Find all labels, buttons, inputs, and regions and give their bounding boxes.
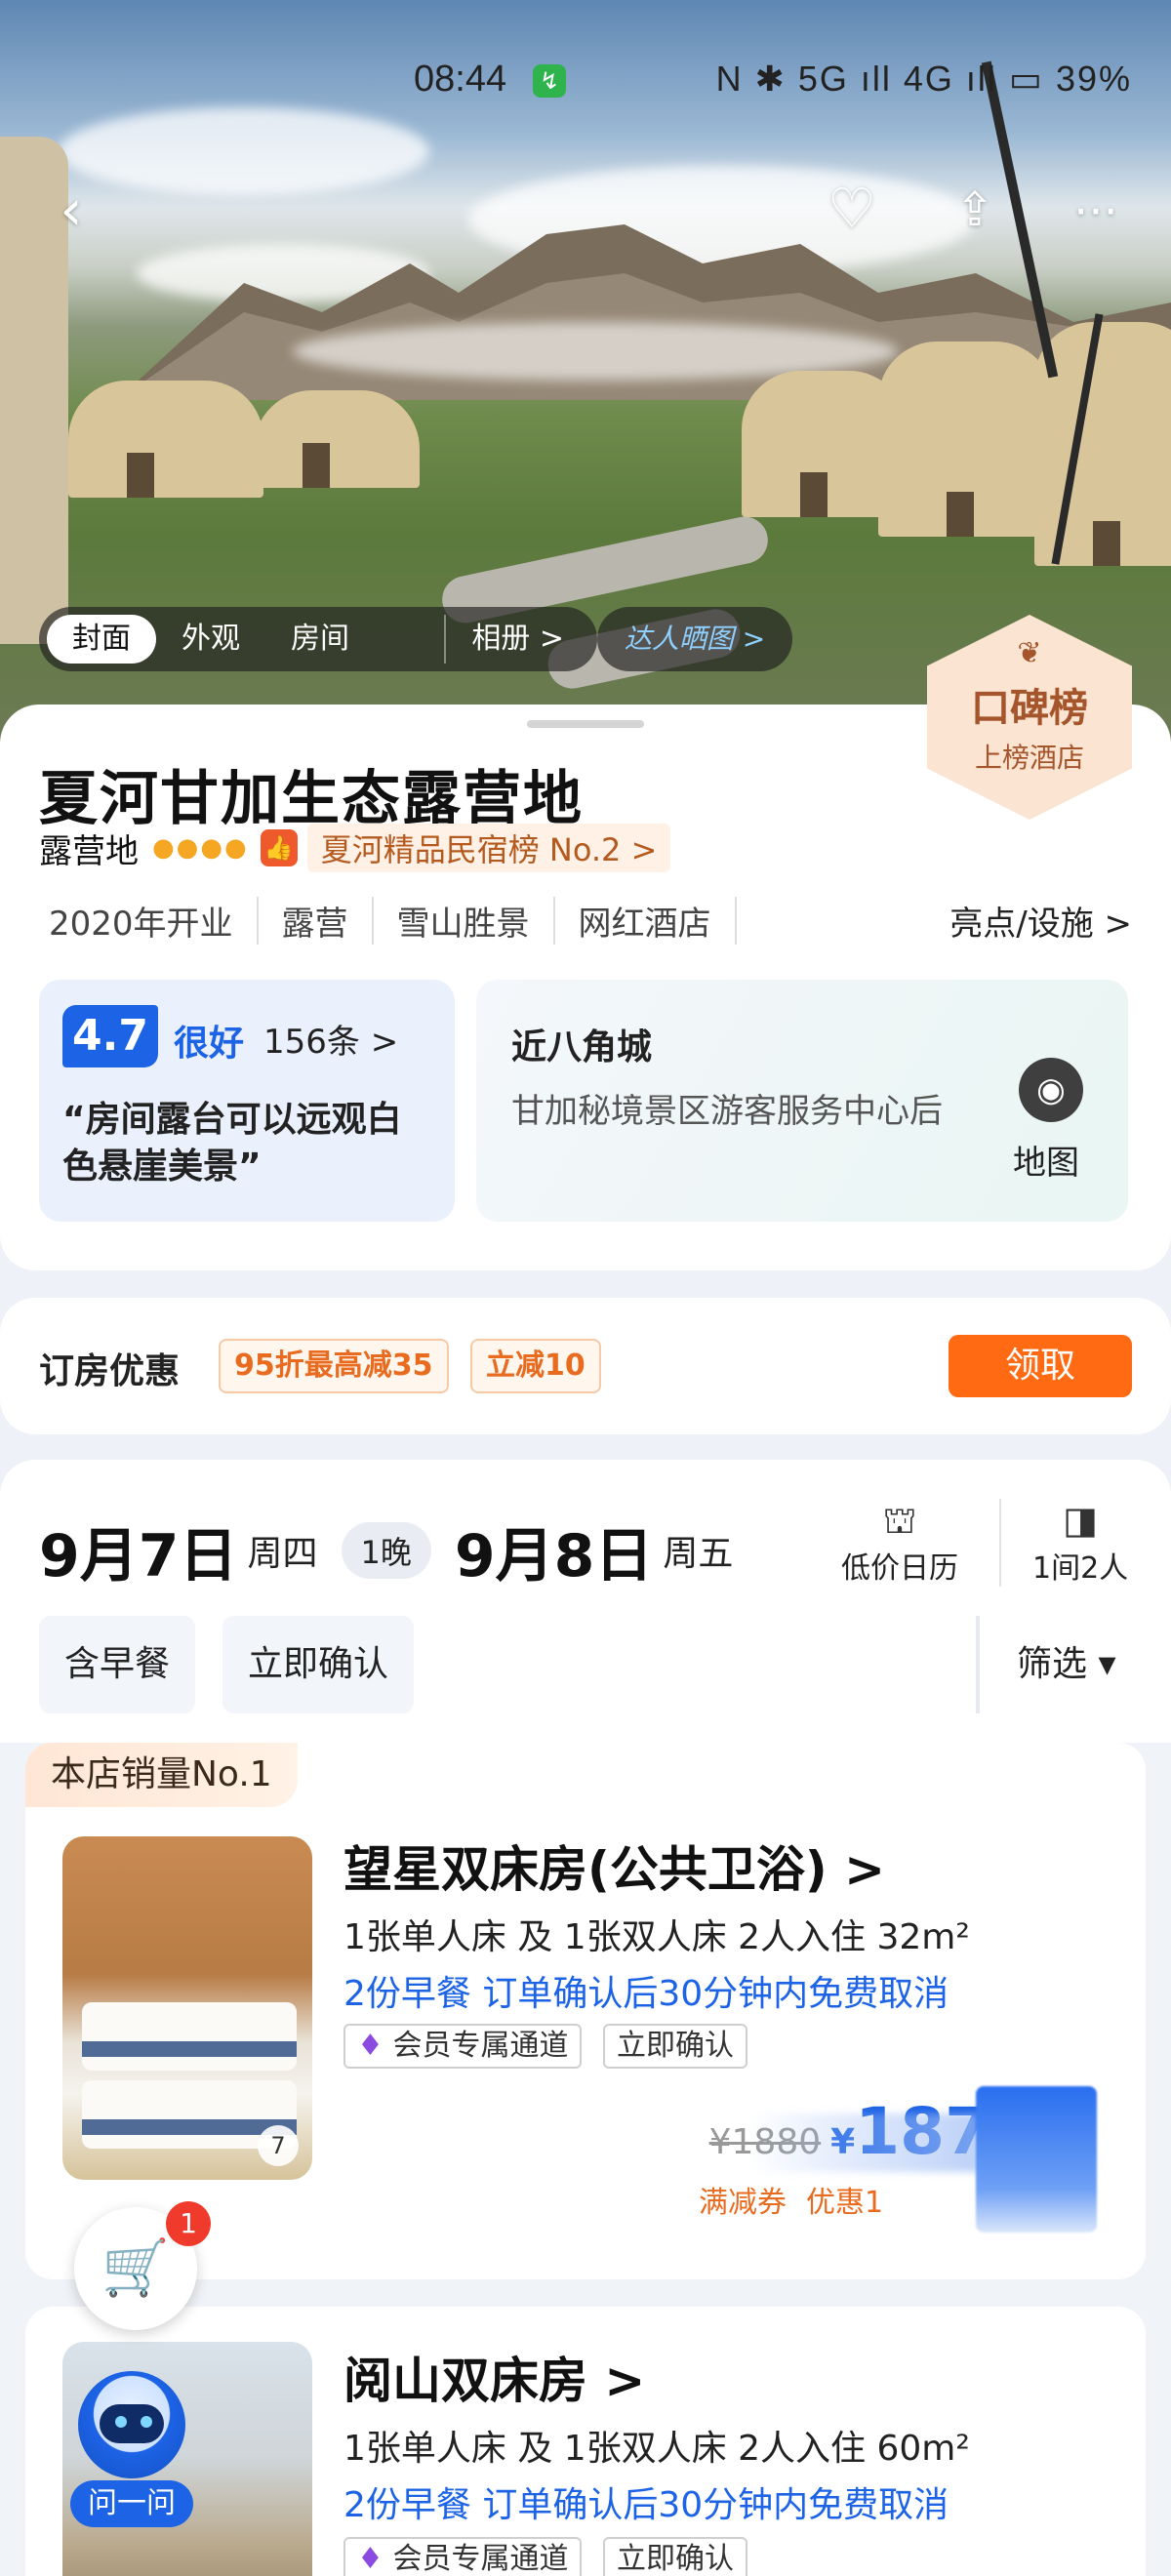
battery-percent: 39%: [1055, 59, 1132, 99]
review-quote: “房间露台可以远观白色悬崖美景”: [62, 1100, 402, 1187]
perk-member-channel: ♦ 会员专属通道: [343, 2537, 583, 2576]
room-card-stargazing[interactable]: 本店销量No.1 7 望星双床房(公共卫浴) > 1张单人床 及 1张双人床 2…: [25, 1743, 1146, 2279]
charging-icon: ↯: [533, 64, 566, 98]
robot-eye: [141, 2416, 152, 2428]
coupon-discount-95: 95折最高减35: [219, 1339, 449, 1393]
filter-divider: [976, 1616, 980, 1713]
discount-amount-label: 优惠1: [806, 2186, 884, 2220]
tool-divider: [999, 1499, 1001, 1587]
coupon-minus-10: 立减10: [470, 1339, 601, 1393]
nights-count: 1晚: [341, 1522, 431, 1579]
tag-camping: 露营: [259, 896, 374, 945]
assistant-label: 问一问: [70, 2480, 193, 2527]
signal-icons: N ✱ 5G ıll 4G ıll: [715, 59, 997, 99]
filter-instant-confirm[interactable]: 立即确认: [222, 1616, 415, 1713]
rank-badge[interactable]: 夏河精品民宿榜 No.2 >: [306, 824, 671, 872]
hotel-type: 露营地: [39, 831, 139, 871]
more-dots-icon[interactable]: ⋯: [1062, 176, 1130, 244]
thumbs-up-icon: 👍: [260, 829, 298, 866]
review-count: 156条 >: [263, 1023, 399, 1062]
tag-influencer: 网红酒店: [555, 896, 737, 945]
book-button[interactable]: [976, 2086, 1097, 2233]
gallery-tab-exterior[interactable]: 外观: [156, 615, 265, 664]
review-summary[interactable]: 4.7 很好 156条 > “房间露台可以远观白色悬崖美景”: [39, 980, 455, 1222]
share-icon[interactable]: ⇪: [941, 176, 1009, 244]
sales-badge: 本店销量No.1: [25, 1743, 298, 1807]
map-label[interactable]: 地图: [1013, 1136, 1079, 1184]
price-calendar-icon: ⛫: [882, 1499, 917, 1542]
perk-instant-confirm: 立即确认: [603, 2024, 747, 2069]
hotel-tags: 2020年开业 露营 雪山胜景 网红酒店 亮点/设施 >: [39, 896, 1132, 945]
checkin-weekday: 周四: [247, 1534, 318, 1574]
ai-assistant-button[interactable]: 问一问: [70, 2371, 193, 2527]
robot-face: [100, 2404, 164, 2443]
facilities-link[interactable]: 亮点/设施 >: [949, 897, 1132, 945]
room-title[interactable]: 望星双床房(公共卫浴) >: [343, 1831, 885, 1901]
booking-offers-card: 订房优惠 95折最高减35 立减10 领取: [0, 1298, 1171, 1434]
date-selector[interactable]: 9月7日 周四 1晚 9月8日 周五: [39, 1507, 733, 1594]
checkout-date[interactable]: 9月8日: [455, 1509, 654, 1593]
location-title: 近八角城: [511, 1027, 653, 1067]
room-title[interactable]: 阅山双床房 >: [343, 2342, 645, 2412]
gallery-tabs: 封面 外观 房间 相册 >: [39, 607, 597, 671]
tag-opened: 2020年开业: [39, 896, 259, 945]
perk-member-channel: ♦ 会员专属通道: [343, 2024, 583, 2069]
offers-title: 订房优惠: [39, 1351, 181, 1391]
room-guests-button[interactable]: ◨ 1间2人: [1032, 1499, 1128, 1587]
room-photo[interactable]: 7: [62, 1836, 312, 2180]
room-beds: 1张单人床 及 1张双人床 2人入住 60m²: [343, 2429, 970, 2469]
tag-snow-mountain: 雪山胜景: [374, 896, 555, 945]
perk-instant-confirm: 立即确认: [603, 2537, 747, 2576]
room-policy: 2份早餐 订单确认后30分钟内免费取消: [343, 1974, 949, 2014]
hotel-type-row: 露营地 ●●●● 👍 夏河精品民宿榜 No.2 >: [39, 824, 671, 872]
room-card-mountain-view[interactable]: 阅山双床房 > 1张单人床 及 1张双人床 2人入住 60m² 2份早餐 订单确…: [25, 2307, 1146, 2576]
gallery-album-link[interactable]: 相册 >: [444, 615, 589, 664]
heart-plus-icon[interactable]: ♡: [818, 176, 886, 244]
room-beds: 1张单人床 及 1张双人床 2人入住 32m²: [343, 1917, 970, 1957]
gallery-tab-rooms[interactable]: 房间: [265, 615, 375, 664]
review-word: 很好: [174, 1024, 245, 1064]
status-time: 08:44: [414, 59, 507, 100]
filter-button[interactable]: 筛选 ▾: [1017, 1616, 1116, 1713]
koubei-subtitle: 上榜酒店: [974, 742, 1084, 774]
photo-count: 7: [258, 2125, 299, 2166]
drag-handle[interactable]: [527, 720, 644, 728]
status-bar: 08:44 ↯ N ✱ 5G ıll 4G ıll ▭ 39%: [0, 59, 1171, 107]
claim-coupon-button[interactable]: 领取: [949, 1335, 1132, 1397]
vip-diamond-icon: ♦: [357, 2029, 384, 2063]
price-calendar-button[interactable]: ⛫ 低价日历: [841, 1499, 958, 1587]
price-blur-overlay: [746, 2113, 980, 2172]
back-chevron-icon[interactable]: ‹: [37, 176, 105, 244]
door-icon: ◨: [1063, 1499, 1099, 1542]
filter-breakfast[interactable]: 含早餐: [39, 1616, 196, 1713]
checkout-weekday: 周五: [663, 1534, 734, 1574]
rating-dots-icon: ●●●●: [152, 833, 249, 863]
discount-coupon-label: 满减券: [699, 2186, 787, 2220]
room-guests-label: 1间2人: [1032, 1551, 1129, 1586]
perk-member-label: 会员专属通道: [392, 2029, 569, 2063]
cart-count-badge: 1: [166, 2201, 211, 2246]
map-pin-icon[interactable]: ◉: [1019, 1058, 1083, 1122]
battery-icon: ▭: [1008, 59, 1044, 99]
location-summary[interactable]: 近八角城 甘加秘境景区游客服务中心后 ◉ 地图: [476, 980, 1128, 1222]
perk-member-label: 会员专属通道: [392, 2542, 569, 2576]
robot-eye: [115, 2416, 127, 2428]
vip-diamond-icon: ♦: [357, 2542, 384, 2576]
status-icons: N ✱ 5G ıll 4G ıll ▭ 39%: [716, 59, 1132, 100]
review-score: 4.7: [62, 1005, 158, 1067]
room-policy: 2份早餐 订单确认后30分钟内免费取消: [343, 2485, 949, 2525]
location-address: 甘加秘境景区游客服务中心后: [511, 1092, 943, 1131]
discount-row: 满减券 优惠1: [699, 2178, 903, 2221]
koubei-title: 口碑榜: [971, 686, 1088, 731]
expert-photos-link[interactable]: 达人晒图 >: [597, 607, 792, 671]
checkin-date[interactable]: 9月7日: [39, 1509, 238, 1593]
price-calendar-label: 低价日历: [841, 1551, 958, 1586]
gallery-tab-cover[interactable]: 封面: [47, 615, 156, 664]
